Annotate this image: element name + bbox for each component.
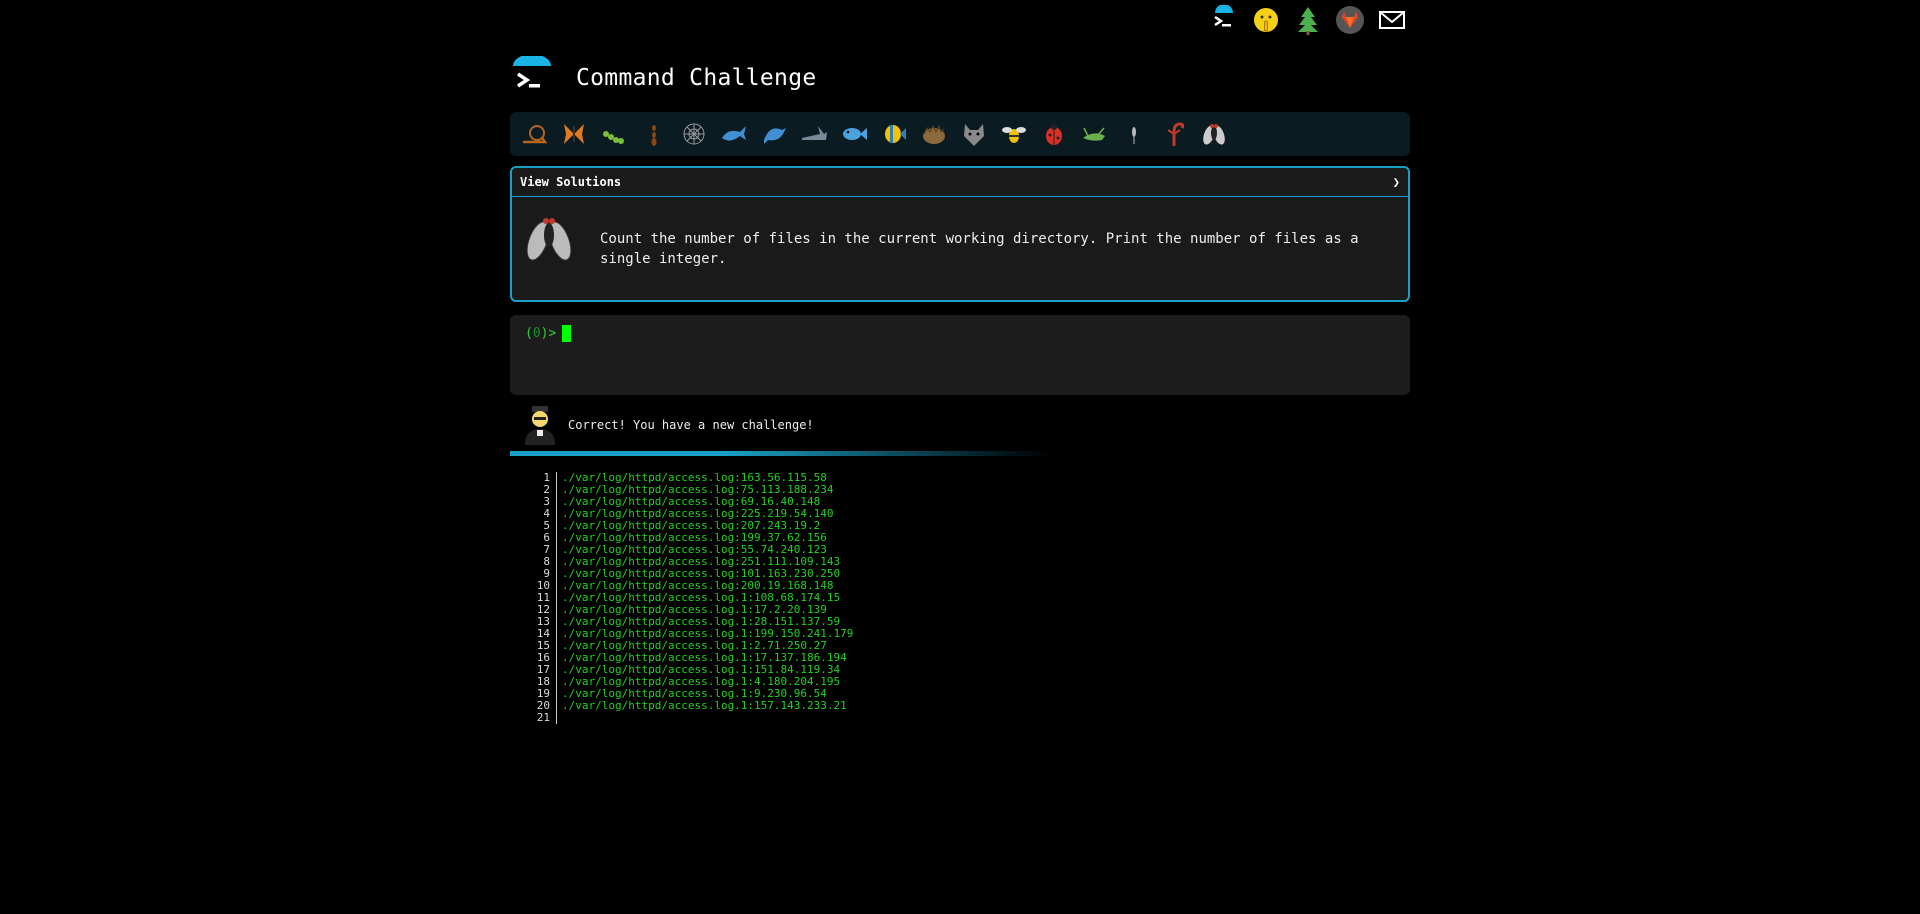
challenge-panel: View Solutions ❯ Count the number of fil… bbox=[510, 166, 1410, 302]
scorpion-icon[interactable] bbox=[1158, 118, 1190, 150]
brand-header: Command Challenge bbox=[510, 50, 1410, 106]
chevron-right-icon: ❯ bbox=[1392, 175, 1400, 189]
top-icon-bar bbox=[1208, 4, 1408, 36]
fish-icon[interactable] bbox=[838, 118, 870, 150]
feedback-divider bbox=[510, 451, 1050, 456]
shush-face-icon[interactable] bbox=[1250, 4, 1282, 36]
line-number: 21 bbox=[536, 711, 550, 724]
prompt-count: 0 bbox=[532, 326, 541, 341]
whale-icon[interactable] bbox=[718, 118, 750, 150]
view-solutions-label: View Solutions bbox=[520, 175, 622, 189]
dolphin-icon[interactable] bbox=[758, 118, 790, 150]
judge-avatar-icon bbox=[522, 405, 558, 445]
output-line: ./var/log/httpd/access.log.1:157.143.233… bbox=[562, 699, 847, 712]
challenge-body: Count the number of files in the current… bbox=[512, 197, 1408, 281]
bee-icon[interactable] bbox=[998, 118, 1030, 150]
caterpillar-icon[interactable] bbox=[598, 118, 630, 150]
command-output: 1 2 3 4 5 6 7 8 9 10 11 12 13 14 15 16 17 18 19 20 21 ./var/… bbox=[510, 472, 1410, 724]
feedback-row: Correct! You have a new challenge! bbox=[510, 405, 1410, 445]
feedback-message: Correct! You have a new challenge! bbox=[568, 418, 814, 432]
ladybug-icon[interactable] bbox=[1038, 118, 1070, 150]
brand-logo-icon[interactable] bbox=[510, 54, 554, 100]
snail-icon[interactable] bbox=[518, 118, 550, 150]
prompt-open: ( bbox=[525, 326, 533, 341]
output-lines: ./var/log/httpd/access.log:163.56.115.58… bbox=[557, 472, 853, 724]
main-container: Command Challenge View Solutions ❯ Count… bbox=[510, 50, 1410, 724]
fly-icon[interactable] bbox=[1198, 118, 1230, 150]
terminal-input[interactable]: (0)> bbox=[510, 315, 1410, 395]
tropical-fish-icon[interactable] bbox=[878, 118, 910, 150]
cricket-icon[interactable] bbox=[1078, 118, 1110, 150]
terminal-cursor bbox=[562, 325, 572, 342]
challenge-selector-bar bbox=[510, 112, 1410, 156]
hedgehog-icon[interactable] bbox=[918, 118, 950, 150]
terminal-prompt: (0)> bbox=[525, 326, 556, 341]
challenge-description: Count the number of files in the current… bbox=[600, 231, 1359, 267]
wolf-icon[interactable] bbox=[958, 118, 990, 150]
line-number-gutter: 1 2 3 4 5 6 7 8 9 10 11 12 13 14 15 16 17 18 19 20 21 bbox=[510, 472, 557, 724]
prompt-close: )> bbox=[540, 326, 557, 341]
fly-icon bbox=[522, 209, 576, 263]
ant-icon[interactable] bbox=[638, 118, 670, 150]
butterfly-icon[interactable] bbox=[558, 118, 590, 150]
tree-icon[interactable] bbox=[1292, 4, 1324, 36]
view-solutions-toggle[interactable]: View Solutions ❯ bbox=[512, 168, 1408, 197]
terminal-logo-icon[interactable] bbox=[1208, 4, 1240, 36]
spiderweb-icon[interactable] bbox=[678, 118, 710, 150]
gitlab-icon[interactable] bbox=[1334, 4, 1366, 36]
shark-icon[interactable] bbox=[798, 118, 830, 150]
mail-icon[interactable] bbox=[1376, 4, 1408, 36]
mosquito-icon[interactable] bbox=[1118, 118, 1150, 150]
page-title: Command Challenge bbox=[576, 65, 817, 91]
